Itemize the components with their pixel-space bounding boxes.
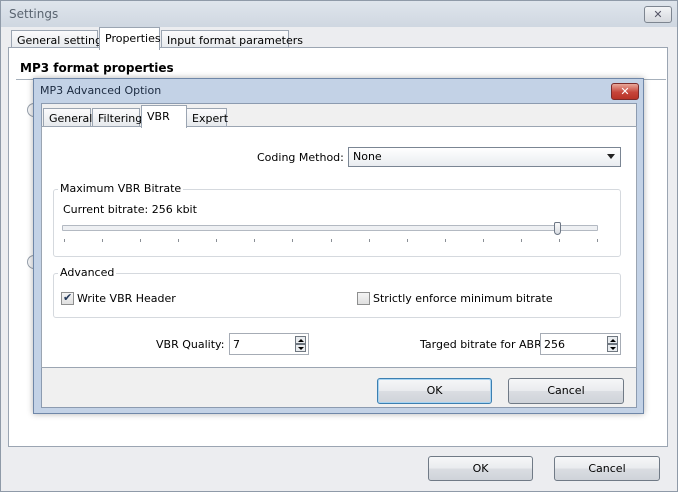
tab-label: General [49,112,93,125]
tab-label: Filtering [98,112,143,125]
slider-tick [558,239,560,242]
tab-general[interactable]: General [43,108,93,128]
enforce-min-bitrate-label: Strictly enforce minimum bitrate [373,292,553,305]
settings-close-button[interactable]: ✕ [644,6,672,23]
target-bitrate-label: Targed bitrate for ABR: [420,338,546,351]
group-heading: MP3 format properties [20,61,174,75]
spinner-buttons [607,336,618,352]
slider-tick [597,239,598,242]
button-label: OK [426,384,443,397]
slider-tick [368,239,370,242]
tab-expert[interactable]: Expert [186,108,229,128]
settings-title: Settings [9,7,59,21]
coding-method-select[interactable]: None [348,147,621,167]
tab-filtering[interactable]: Filtering [92,108,143,128]
settings-ok-button[interactable]: OK [428,456,533,481]
dialog-titlebar[interactable]: MP3 Advanced Option ✕ [34,79,643,103]
slider-tick [330,239,332,242]
bitrate-slider-thumb[interactable] [554,222,562,235]
coding-method-value: None [353,150,382,163]
tab-label: Expert [192,112,229,125]
slider-tick [444,239,446,242]
button-label: OK [472,462,489,475]
tab-label: General settings [17,34,108,47]
spin-up-icon[interactable] [607,336,618,344]
spin-down-icon[interactable] [607,344,618,352]
vbr-quality-label: VBR Quality: [156,338,225,351]
dialog-title: MP3 Advanced Option [40,84,162,97]
slider-tick [216,239,218,242]
tab-properties[interactable]: Properties [99,27,161,50]
slider-tick [140,239,142,242]
slider-tick [178,239,180,242]
enforce-min-bitrate-checkbox[interactable] [357,292,370,305]
tab-label: Input format parameters [167,34,303,47]
slider-tick [520,239,522,242]
slider-tick [64,239,65,242]
tab-vbr[interactable]: VBR [141,105,187,128]
write-vbr-header-label: Write VBR Header [77,292,176,305]
vbr-quality-spinner[interactable]: 7 [229,333,309,355]
target-bitrate-spinner[interactable]: 256 [540,333,621,355]
close-icon: ✕ [653,8,663,21]
slider-tick [406,239,408,242]
advanced-legend: Advanced [58,266,117,279]
close-icon: ✕ [620,85,630,98]
max-vbr-bitrate-legend: Maximum VBR Bitrate [58,182,184,195]
target-bitrate-value: 256 [544,338,565,351]
slider-tick [292,239,294,242]
tab-label: VBR [147,110,170,123]
spinner-buttons [295,336,306,352]
dialog-ok-button[interactable]: OK [377,378,492,404]
tab-label: Properties [105,32,161,45]
bitrate-slider-track[interactable] [62,225,598,231]
vbr-quality-value: 7 [233,338,240,351]
settings-cancel-button[interactable]: Cancel [554,456,660,481]
button-label: Cancel [547,384,585,397]
spin-up-icon[interactable] [295,336,306,344]
settings-titlebar[interactable]: Settings ✕ [1,1,677,27]
slider-tick [254,239,256,242]
max-vbr-bitrate-group [53,189,621,257]
button-label: Cancel [588,462,626,475]
current-bitrate-label: Current bitrate: 256 kbit [63,203,197,216]
write-vbr-header-checkbox[interactable] [61,291,74,305]
chevron-down-icon [607,154,615,159]
slider-tick [102,239,104,242]
slider-tick [482,239,484,242]
spin-down-icon[interactable] [295,344,306,352]
coding-method-label: Coding Method: [257,151,344,164]
dialog-close-button[interactable]: ✕ [611,83,639,100]
dialog-cancel-button[interactable]: Cancel [508,378,624,404]
